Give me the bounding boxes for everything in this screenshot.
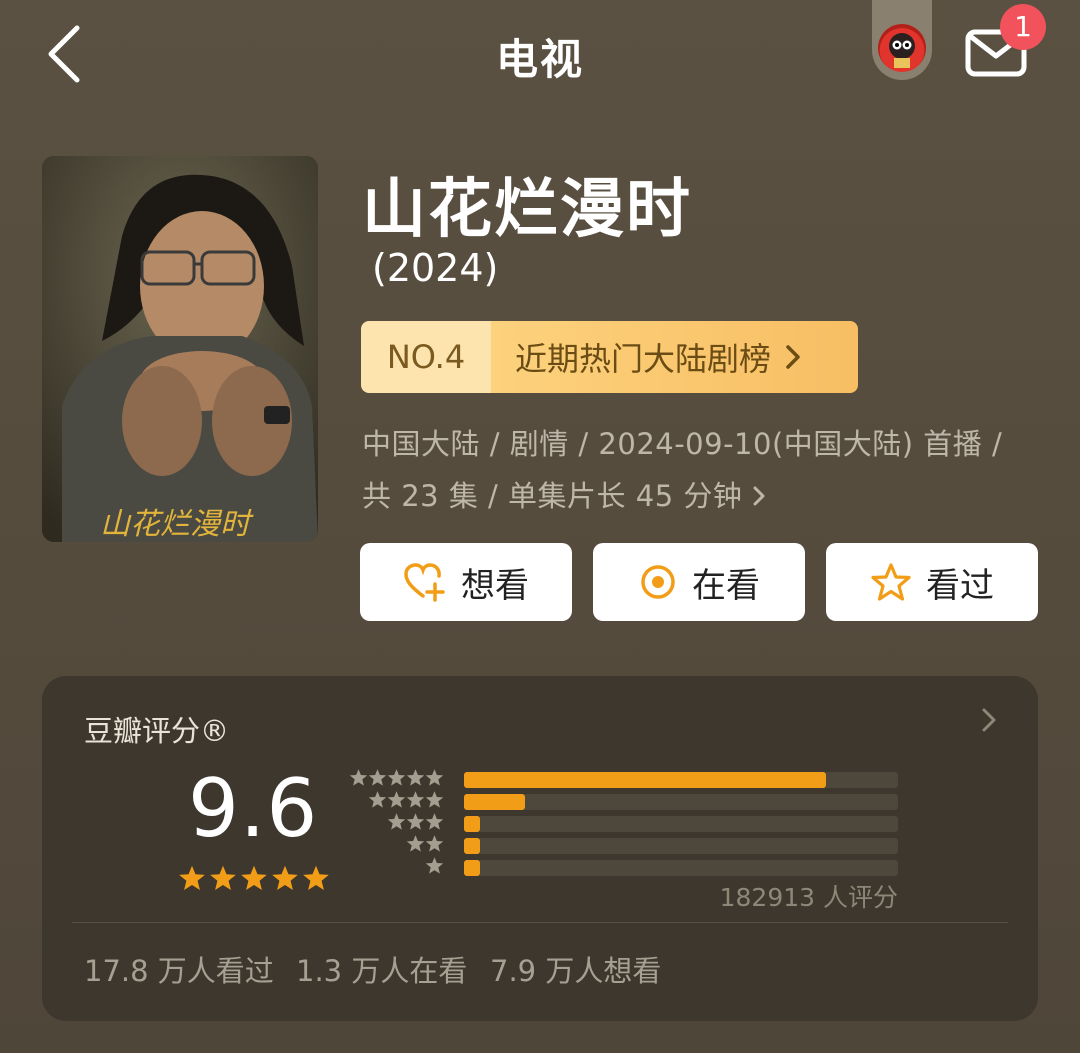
stat-watched: 17.8 万人看过 xyxy=(84,954,274,988)
star-outline-icon xyxy=(871,563,911,601)
distribution-bar-track xyxy=(464,860,898,876)
distribution-row-2-star xyxy=(354,834,914,856)
poster-image[interactable]: 山花烂漫时 xyxy=(42,156,318,542)
heart-plus-icon xyxy=(404,563,445,602)
chevron-right-icon xyxy=(786,345,800,369)
distribution-bar-fill xyxy=(464,816,480,832)
chevron-right-icon xyxy=(753,486,765,506)
star-filled-icon xyxy=(303,865,329,891)
distribution-row-5-star xyxy=(349,769,914,790)
distribution-bar-fill xyxy=(464,772,827,788)
distribution-bar-fill xyxy=(464,860,480,876)
rating-card[interactable]: 豆瓣评分® 9.6 182913 人评分 17.8 万人看过 1.3 万人在看 … xyxy=(42,676,1038,1021)
chevron-right-icon xyxy=(982,708,996,732)
svg-text:山花烂漫时: 山花烂漫时 xyxy=(100,507,254,542)
stat-watching: 1.3 万人在看 xyxy=(296,954,468,988)
distribution-stars xyxy=(425,856,444,875)
star-small-icon xyxy=(387,769,406,786)
distribution-row-1-star xyxy=(354,856,914,878)
star-filled-icon xyxy=(272,865,298,891)
target-circle-icon xyxy=(641,565,675,599)
meta-line-1: 中国大陆 / 剧情 / 2024-09-10(中国大陆) 首播 / xyxy=(362,427,1003,461)
stat-want: 7.9 万人想看 xyxy=(490,954,662,988)
distribution-bar-fill xyxy=(464,838,480,854)
rank-list-label: 近期热门大陆剧榜 xyxy=(515,340,772,378)
ranking-badge[interactable]: NO.4 近期热门大陆剧榜 xyxy=(361,321,858,393)
show-year: (2024) xyxy=(372,246,499,290)
star-small-icon xyxy=(387,791,406,808)
star-small-icon xyxy=(425,769,444,786)
rating-title: 豆瓣评分® xyxy=(84,714,230,748)
meta-line-2-text: 共 23 集 / 单集片长 45 分钟 xyxy=(362,479,743,513)
divider xyxy=(72,922,1008,923)
star-small-icon xyxy=(406,791,425,808)
distribution-stars xyxy=(387,812,444,831)
watching-button[interactable]: 在看 xyxy=(593,543,805,621)
distribution-stars xyxy=(406,834,444,853)
star-small-icon xyxy=(406,769,425,786)
rating-count: 182913 人评分 xyxy=(719,883,898,912)
notification-badge: 1 xyxy=(1000,4,1046,50)
avatar-button[interactable] xyxy=(872,0,932,80)
distribution-stars xyxy=(368,790,444,809)
watched-label: 看过 xyxy=(926,565,994,606)
star-filled-icon xyxy=(241,865,267,891)
distribution-bar-fill xyxy=(464,794,525,810)
show-title: 山花烂漫时 xyxy=(362,173,692,247)
distribution-stars xyxy=(349,768,444,787)
distribution-row-3-star xyxy=(354,812,914,834)
rank-list-link: 近期热门大陆剧榜 xyxy=(491,321,858,393)
watched-button[interactable]: 看过 xyxy=(826,543,1038,621)
distribution-bar-track xyxy=(464,838,898,854)
distribution-bar-track xyxy=(464,772,898,788)
star-small-icon xyxy=(406,813,425,830)
star-filled-icon xyxy=(210,865,236,891)
distribution-bar-track xyxy=(464,794,898,810)
star-small-icon xyxy=(368,791,387,808)
top-bar: 电视 1 xyxy=(0,0,1080,110)
want-to-watch-label: 想看 xyxy=(461,565,529,606)
show-meta-info[interactable]: 中国大陆 / 剧情 / 2024-09-10(中国大陆) 首播 / 共 23 集… xyxy=(362,418,1052,522)
star-small-icon xyxy=(425,813,444,830)
distribution-row-4-star xyxy=(354,790,914,812)
rating-score: 9.6 xyxy=(188,762,319,855)
star-filled-icon xyxy=(179,865,205,891)
star-small-icon xyxy=(368,769,387,786)
star-small-icon xyxy=(349,769,368,786)
meta-line-2: 共 23 集 / 单集片长 45 分钟 xyxy=(362,470,1052,522)
rating-stars xyxy=(178,864,330,892)
rank-number: NO.4 xyxy=(361,321,491,393)
star-small-icon xyxy=(425,791,444,808)
distribution-bar-track xyxy=(464,816,898,832)
star-small-icon xyxy=(425,857,444,874)
avatar xyxy=(878,24,926,72)
want-to-watch-button[interactable]: 想看 xyxy=(360,543,572,621)
watching-label: 在看 xyxy=(692,565,760,606)
star-small-icon xyxy=(387,813,406,830)
star-small-icon xyxy=(406,835,425,852)
star-small-icon xyxy=(425,835,444,852)
